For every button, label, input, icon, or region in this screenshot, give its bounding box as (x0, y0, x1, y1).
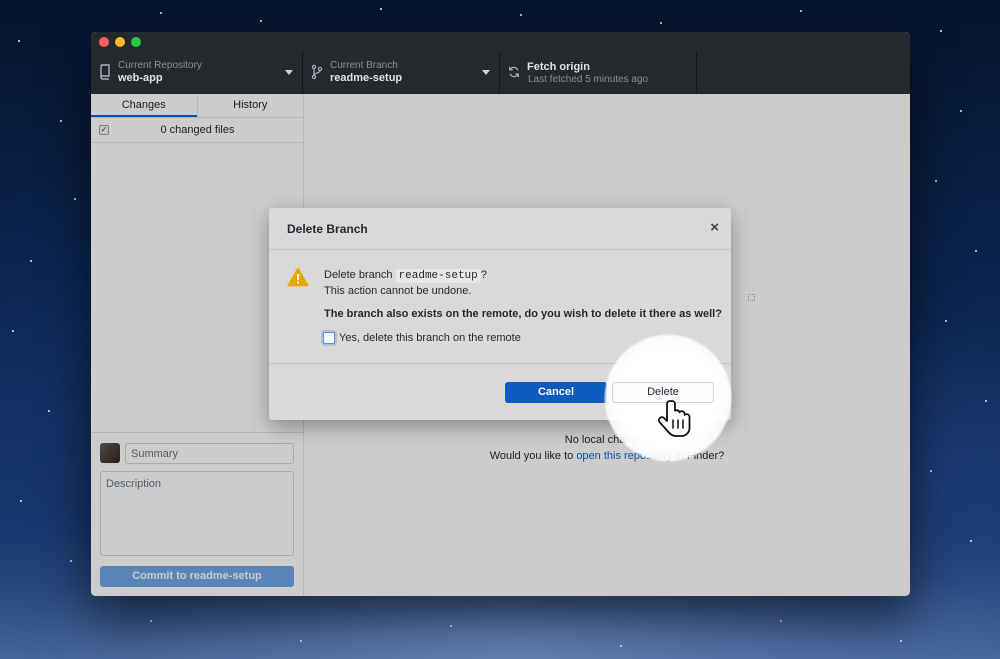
cancel-button[interactable]: Cancel (505, 382, 607, 403)
git-branch-icon (311, 64, 323, 80)
fetch-subtitle: Last fetched 5 minutes ago (528, 74, 649, 85)
dialog-header: Delete Branch × (269, 208, 731, 250)
current-branch-button[interactable]: Current Branch readme-setup (303, 51, 500, 94)
toolbar: Current Repository web-app Current Branc… (91, 51, 910, 94)
remote-question: The branch also exists on the remote, do… (324, 308, 722, 320)
sync-icon (509, 66, 519, 78)
minimize-window-button[interactable] (115, 37, 125, 47)
repo-caption: Current Repository (118, 60, 202, 71)
branch-caption: Current Branch (330, 60, 398, 71)
close-window-button[interactable] (99, 37, 109, 47)
fetch-title: Fetch origin (527, 61, 590, 73)
branch-name: readme-setup (330, 72, 403, 84)
delete-message-suffix: ? (480, 269, 487, 281)
delete-message-prefix: Delete branch (324, 269, 396, 281)
undo-warning: This action cannot be undone. (324, 285, 472, 297)
fetch-origin-button[interactable]: Fetch origin Last fetched 5 minutes ago (500, 51, 697, 94)
zoom-window-button[interactable] (131, 37, 141, 47)
chevron-down-icon (482, 70, 490, 75)
delete-remote-label[interactable]: Yes, delete this branch on the remote (339, 332, 521, 344)
dialog-title: Delete Branch (287, 222, 368, 236)
repo-icon (100, 64, 110, 80)
repo-name: web-app (118, 72, 163, 84)
close-icon[interactable]: × (710, 219, 719, 236)
current-repository-button[interactable]: Current Repository web-app (91, 51, 303, 94)
delete-remote-checkbox[interactable] (323, 332, 335, 344)
title-bar (91, 32, 910, 51)
branch-code: readme-setup (395, 269, 481, 283)
delete-message: Delete branch readme-setup? (324, 269, 487, 283)
hand-pointer-icon (658, 400, 691, 437)
chevron-down-icon (285, 70, 293, 75)
warning-icon (287, 267, 309, 287)
